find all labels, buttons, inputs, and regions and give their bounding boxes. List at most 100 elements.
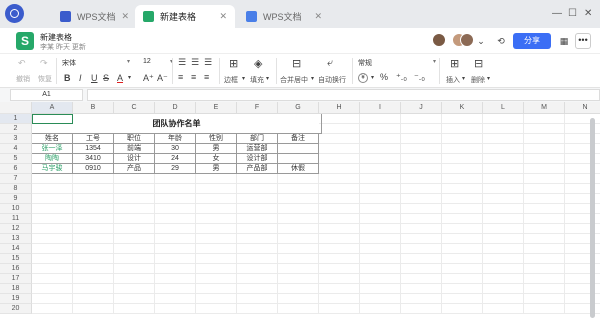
grid-cell[interactable] (401, 144, 442, 154)
grid-cell[interactable] (360, 184, 401, 194)
grid-cell[interactable] (360, 254, 401, 264)
grid-cell[interactable] (442, 204, 483, 214)
grid-cell[interactable] (524, 244, 565, 254)
row-header[interactable]: 1 (0, 114, 32, 124)
grid-cell[interactable] (32, 244, 73, 254)
grid-cell[interactable] (401, 204, 442, 214)
grid-cell[interactable] (319, 154, 360, 164)
grid-cell[interactable] (237, 254, 278, 264)
grid-cell[interactable] (483, 234, 524, 244)
row-header[interactable]: 18 (0, 284, 32, 294)
grid-cell[interactable] (319, 174, 360, 184)
bold-button[interactable]: B (64, 73, 71, 83)
grid-cell[interactable] (442, 114, 483, 124)
sheet-title-cell[interactable]: 团队协作名单 (32, 114, 322, 134)
grid-cell[interactable] (114, 224, 155, 234)
grid-cell[interactable] (524, 154, 565, 164)
grid-cell[interactable] (360, 194, 401, 204)
grid-cell[interactable] (155, 204, 196, 214)
increase-decimal-button[interactable]: ⁺.₀ (396, 72, 407, 83)
row-header[interactable]: 10 (0, 204, 32, 214)
grid-cell[interactable] (483, 244, 524, 254)
wrap-text-button[interactable]: 自动换行 (318, 75, 346, 85)
grid-cell[interactable] (278, 174, 319, 184)
grid-cell[interactable] (401, 164, 442, 174)
grid-cell[interactable] (360, 304, 401, 314)
grid-cell[interactable] (73, 234, 114, 244)
table-header-cell[interactable] (524, 134, 565, 144)
share-button[interactable]: 分享 (513, 33, 551, 49)
grid-cell[interactable] (196, 234, 237, 244)
grid-cell[interactable] (360, 204, 401, 214)
table-cell[interactable]: 运营部 (237, 144, 278, 154)
grid-cell[interactable] (524, 144, 565, 154)
font-grow-button[interactable]: A⁺ (143, 73, 154, 84)
grid-cell[interactable] (360, 264, 401, 274)
grid-cell[interactable] (73, 204, 114, 214)
grid-cell[interactable] (32, 284, 73, 294)
grid-cell[interactable] (32, 184, 73, 194)
grid-cell[interactable] (442, 274, 483, 284)
qr-icon[interactable]: ▦ (557, 34, 571, 48)
grid-cell[interactable] (524, 274, 565, 284)
grid-cell[interactable] (237, 194, 278, 204)
column-header[interactable]: K (442, 102, 483, 114)
grid-cell[interactable] (73, 264, 114, 274)
table-header-cell[interactable]: 性别 (196, 134, 237, 144)
grid-cell[interactable] (483, 174, 524, 184)
grid-cell[interactable] (237, 244, 278, 254)
align-bottom-icon[interactable]: ☰ (204, 57, 212, 68)
strikethrough-button[interactable]: S (103, 73, 109, 83)
spreadsheet-grid[interactable]: A B C D E F G H I J K L M N 1 2 3 4 5 6 7 8 9 10 11 12 13 14 15 16 17 1… (0, 102, 600, 324)
grid-cell[interactable] (155, 244, 196, 254)
grid-cell[interactable] (483, 194, 524, 204)
grid-cell[interactable] (524, 284, 565, 294)
grid-cell[interactable] (483, 304, 524, 314)
grid-cell[interactable] (73, 294, 114, 304)
grid-cell[interactable] (114, 244, 155, 254)
grid-cell[interactable] (237, 294, 278, 304)
grid-cell[interactable] (483, 154, 524, 164)
grid-cell[interactable] (196, 214, 237, 224)
grid-cell[interactable] (278, 304, 319, 314)
table-header-cell[interactable]: 工号 (73, 134, 114, 144)
column-header[interactable]: B (73, 102, 114, 114)
grid-cell[interactable] (442, 144, 483, 154)
avatar[interactable] (432, 33, 446, 47)
redo-icon[interactable]: ↷ (40, 58, 48, 69)
grid-cell[interactable] (319, 184, 360, 194)
grid-cell[interactable] (483, 214, 524, 224)
grid-cell[interactable] (483, 124, 524, 134)
align-right-icon[interactable]: ≡ (204, 72, 209, 82)
grid-cell[interactable] (278, 254, 319, 264)
column-header[interactable]: J (401, 102, 442, 114)
grid-cell[interactable] (401, 114, 442, 124)
row-header[interactable]: 6 (0, 164, 32, 174)
grid-cell[interactable] (442, 294, 483, 304)
fill-button[interactable]: 填充 (250, 75, 264, 85)
table-header-cell[interactable] (360, 134, 401, 144)
grid-cell[interactable] (73, 254, 114, 264)
grid-cell[interactable] (237, 214, 278, 224)
grid-cell[interactable] (319, 214, 360, 224)
grid-cell[interactable] (196, 284, 237, 294)
border-button[interactable]: 边框 (224, 75, 238, 85)
grid-cell[interactable] (196, 274, 237, 284)
grid-cell[interactable] (114, 184, 155, 194)
cell-reference-box[interactable]: A1 (10, 89, 83, 101)
row-header[interactable]: 16 (0, 264, 32, 274)
grid-cell[interactable] (524, 174, 565, 184)
chevron-down-icon[interactable]: ▾ (311, 75, 314, 82)
row-header[interactable]: 8 (0, 184, 32, 194)
grid-cell[interactable] (73, 224, 114, 234)
wrap-icon[interactable]: ⤶ (327, 57, 333, 70)
grid-cell[interactable] (237, 284, 278, 294)
grid-cell[interactable] (360, 174, 401, 184)
grid-cell[interactable] (196, 304, 237, 314)
grid-cell[interactable] (32, 234, 73, 244)
grid-cell[interactable] (196, 174, 237, 184)
grid-cell[interactable] (155, 294, 196, 304)
grid-cell[interactable] (237, 204, 278, 214)
grid-cell[interactable] (114, 304, 155, 314)
grid-cell[interactable] (442, 184, 483, 194)
